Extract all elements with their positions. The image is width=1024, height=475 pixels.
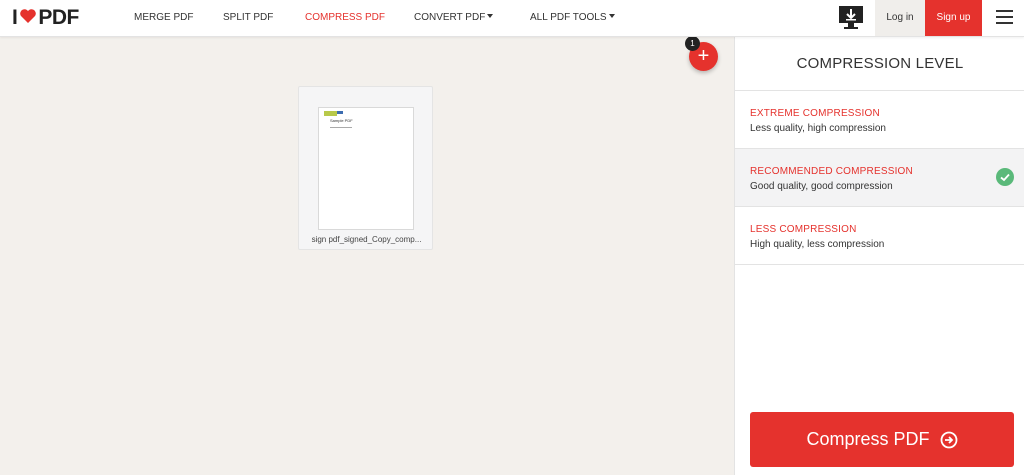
- compress-button-label: Compress PDF: [806, 429, 930, 449]
- thumbnail-logo-accent: [337, 111, 343, 114]
- nav-split-pdf[interactable]: SPLIT PDF: [223, 0, 273, 36]
- nav-convert-pdf[interactable]: CONVERT PDF: [414, 0, 494, 36]
- file-workarea: Sample PDF sign pdf_signed_Copy_comp...: [0, 37, 734, 475]
- sidebar-title: COMPRESSION LEVEL: [796, 55, 964, 72]
- heart-icon: [19, 6, 37, 30]
- desktop-download-icon[interactable]: [837, 4, 865, 32]
- checkmark-icon: [996, 168, 1014, 186]
- hamburger-menu-icon[interactable]: [996, 10, 1013, 24]
- option-name: RECOMMENDED COMPRESSION: [750, 166, 913, 177]
- nav-merge-pdf[interactable]: MERGE PDF: [134, 0, 193, 36]
- arrow-circle-right-icon: [940, 431, 958, 449]
- option-recommended-compression[interactable]: RECOMMENDED COMPRESSION Good quality, go…: [735, 148, 1024, 206]
- option-description: High quality, less compression: [750, 239, 885, 250]
- option-name: EXTREME COMPRESSION: [750, 108, 880, 119]
- thumbnail-logo: [324, 111, 337, 116]
- option-less-compression[interactable]: LESS COMPRESSION High quality, less comp…: [735, 206, 1024, 264]
- file-card[interactable]: Sample PDF sign pdf_signed_Copy_comp...: [298, 86, 433, 250]
- file-name: sign pdf_signed_Copy_comp...: [311, 235, 422, 244]
- dropdown-caret-icon: [487, 14, 494, 19]
- signup-button[interactable]: Sign up: [925, 0, 982, 36]
- logo-letter-i: I: [12, 6, 18, 29]
- thumbnail-title: Sample PDF: [330, 118, 353, 123]
- file-count-badge: 1: [685, 36, 700, 51]
- logo-text-pdf: PDF: [38, 6, 79, 29]
- top-header: I PDF MERGE PDF SPLIT PDF COMPRESS PDF C…: [0, 0, 1024, 37]
- option-description: Less quality, high compression: [750, 123, 886, 134]
- sidebar-divider: [735, 264, 1024, 265]
- plus-icon: +: [697, 45, 710, 67]
- nav-compress-pdf[interactable]: COMPRESS PDF: [305, 0, 385, 36]
- thumbnail-text-line: [330, 127, 352, 128]
- nav-all-pdf-tools[interactable]: ALL PDF TOOLS: [530, 0, 615, 36]
- ilovepdf-logo[interactable]: I PDF: [12, 6, 79, 30]
- option-name: LESS COMPRESSION: [750, 224, 857, 235]
- option-description: Good quality, good compression: [750, 181, 893, 192]
- compress-pdf-button[interactable]: Compress PDF: [750, 412, 1014, 467]
- dropdown-caret-icon: [608, 14, 615, 19]
- option-extreme-compression[interactable]: EXTREME COMPRESSION Less quality, high c…: [735, 90, 1024, 148]
- compression-sidebar: COMPRESSION LEVEL EXTREME COMPRESSION Le…: [734, 37, 1024, 475]
- login-button[interactable]: Log in: [875, 0, 925, 36]
- file-thumbnail: Sample PDF: [318, 107, 414, 230]
